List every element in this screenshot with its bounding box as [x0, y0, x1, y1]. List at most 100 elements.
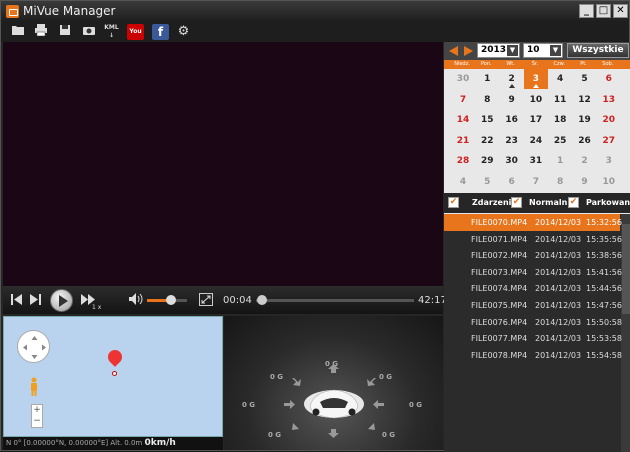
calendar-day[interactable]: 30: [451, 69, 475, 89]
calendar-day[interactable]: 18: [548, 110, 572, 130]
calendar-day[interactable]: 7: [451, 90, 475, 110]
calendar-day[interactable]: 4: [548, 69, 572, 89]
arrow-left-icon: [284, 400, 295, 409]
calendar-day[interactable]: 4: [451, 172, 475, 192]
file-row[interactable]: FILE0078.MP4 2014/12/03 15:54:58: [444, 347, 622, 364]
kml-export-icon[interactable]: KML ↓: [103, 24, 120, 40]
zoom-in-icon[interactable]: +: [32, 405, 42, 416]
street-view-pegman-icon[interactable]: [29, 377, 39, 397]
month-value: 10: [527, 45, 540, 55]
calendar-day[interactable]: 24: [524, 131, 548, 151]
calendar-day[interactable]: 30: [500, 151, 524, 171]
snapshot-camera-icon[interactable]: [80, 24, 97, 40]
calendar-day[interactable]: 29: [475, 151, 499, 171]
fullscreen-icon[interactable]: [199, 293, 213, 306]
file-row[interactable]: FILE0072.MP4 2014/12/03 15:38:56: [444, 247, 622, 264]
file-row[interactable]: FILE0073.MP4 2014/12/03 15:41:56: [444, 264, 622, 281]
calendar-day[interactable]: 14: [451, 110, 475, 130]
seek-bar[interactable]: [256, 295, 414, 305]
calendar-day[interactable]: 6: [500, 172, 524, 192]
calendar-day[interactable]: 26: [573, 131, 597, 151]
calendar-day[interactable]: 17: [524, 110, 548, 130]
calendar-day[interactable]: 31: [524, 151, 548, 171]
play-button[interactable]: [50, 289, 73, 312]
calendar-day[interactable]: 1: [548, 151, 572, 171]
gps-status-bar: N 0° [0.00000°N, 0.00000°E] Alt. 0.0m 0k…: [3, 437, 223, 450]
calendar-day[interactable]: 27: [597, 131, 621, 151]
month-select[interactable]: 10 ▼: [523, 43, 563, 58]
youtube-icon[interactable]: You: [127, 24, 144, 40]
file-row[interactable]: FILE0076.MP4 2014/12/03 15:50:58: [444, 314, 622, 331]
calendar-day[interactable]: 8: [548, 172, 572, 192]
volume-speaker-icon[interactable]: [129, 293, 143, 308]
volume-slider[interactable]: [147, 295, 187, 305]
file-row[interactable]: FILE0074.MP4 2014/12/03 15:44:56: [444, 280, 622, 297]
settings-gear-icon[interactable]: ⚙: [175, 24, 192, 40]
close-button[interactable]: ✕: [613, 4, 628, 18]
show-all-button[interactable]: Wszystkie: [567, 43, 629, 58]
facebook-icon[interactable]: f: [152, 24, 169, 40]
maximize-button[interactable]: □: [596, 4, 611, 18]
calendar-day[interactable]: 28: [451, 151, 475, 171]
calendar-day[interactable]: 6: [597, 69, 621, 89]
calendar-day[interactable]: 10: [524, 90, 548, 110]
scrollbar-thumb[interactable]: [622, 224, 630, 314]
previous-track-icon[interactable]: [11, 294, 23, 308]
calendar-day[interactable]: 5: [573, 69, 597, 89]
next-frame-icon[interactable]: [30, 294, 42, 308]
zoom-out-icon[interactable]: −: [32, 416, 42, 427]
file-list: FILE0070.MP4 2014/12/03 15:32:56 FILE0071.M…: [444, 214, 630, 452]
file-time: 15:50:58: [586, 317, 622, 327]
arrow-front-left-icon: [292, 378, 301, 386]
calendar-day[interactable]: 21: [451, 131, 475, 151]
video-display[interactable]: [3, 42, 443, 286]
filter-event-checkbox[interactable]: ✔: [448, 197, 459, 208]
calendar-day[interactable]: 15: [475, 110, 499, 130]
next-month-icon[interactable]: [464, 46, 473, 56]
prev-month-icon[interactable]: [449, 46, 458, 56]
file-row[interactable]: FILE0070.MP4 2014/12/03 15:32:56: [444, 214, 622, 231]
filter-parking-checkbox[interactable]: ✔: [568, 197, 579, 208]
calendar-day[interactable]: 19: [573, 110, 597, 130]
file-list-scrollbar[interactable]: [621, 214, 630, 452]
minimize-button[interactable]: _: [579, 4, 594, 18]
calendar-day[interactable]: 11: [548, 90, 572, 110]
calendar-day[interactable]: 12: [573, 90, 597, 110]
calendar-day[interactable]: 9: [573, 172, 597, 192]
calendar-day[interactable]: 3: [597, 151, 621, 171]
volume-knob[interactable]: [166, 295, 176, 305]
calendar-day[interactable]: 9: [500, 90, 524, 110]
map-zoom-control[interactable]: + −: [31, 404, 43, 428]
window-title: MiVue Manager: [23, 4, 116, 18]
year-select[interactable]: 2013 ▼: [477, 43, 520, 58]
recording-marker-icon: [508, 84, 515, 88]
calendar-day[interactable]: 23: [500, 131, 524, 151]
save-icon[interactable]: [56, 24, 73, 40]
calendar-day[interactable]: 16: [500, 110, 524, 130]
calendar-day[interactable]: 22: [475, 131, 499, 151]
file-row[interactable]: FILE0077.MP4 2014/12/03 15:53:58: [444, 330, 622, 347]
calendar-day[interactable]: 20: [597, 110, 621, 130]
calendar-day[interactable]: 2: [500, 69, 524, 89]
weekday-label: Wt.: [506, 61, 515, 67]
gps-map[interactable]: + −: [3, 316, 223, 437]
file-row[interactable]: FILE0071.MP4 2014/12/03 15:35:56: [444, 231, 622, 248]
calendar-day[interactable]: 1: [475, 69, 499, 89]
print-icon[interactable]: [32, 24, 49, 40]
calendar-day[interactable]: 25: [548, 131, 572, 151]
calendar-days-grid: 30 1 2 3 4 5 6 7 8 9 10 11 12 13 14 15 16 17 18 19 20 21 22 23 2…: [444, 69, 630, 193]
calendar-day[interactable]: 5: [475, 172, 499, 192]
total-time: 42:17: [418, 295, 447, 306]
seek-knob[interactable]: [257, 295, 268, 305]
calendar-day[interactable]: 13: [597, 90, 621, 110]
calendar-day[interactable]: 10: [597, 172, 621, 192]
calendar-day[interactable]: 8: [475, 90, 499, 110]
file-row[interactable]: FILE0075.MP4 2014/12/03 15:47:56: [444, 297, 622, 314]
map-pan-control[interactable]: [17, 330, 50, 363]
calendar-day[interactable]: 7: [524, 172, 548, 192]
filter-normal-checkbox[interactable]: ✔: [511, 197, 522, 208]
weekday-label: Śr.: [531, 61, 539, 67]
open-folder-icon[interactable]: [9, 24, 26, 40]
calendar-day[interactable]: 3: [523, 69, 548, 89]
calendar-day[interactable]: 2: [573, 151, 597, 171]
